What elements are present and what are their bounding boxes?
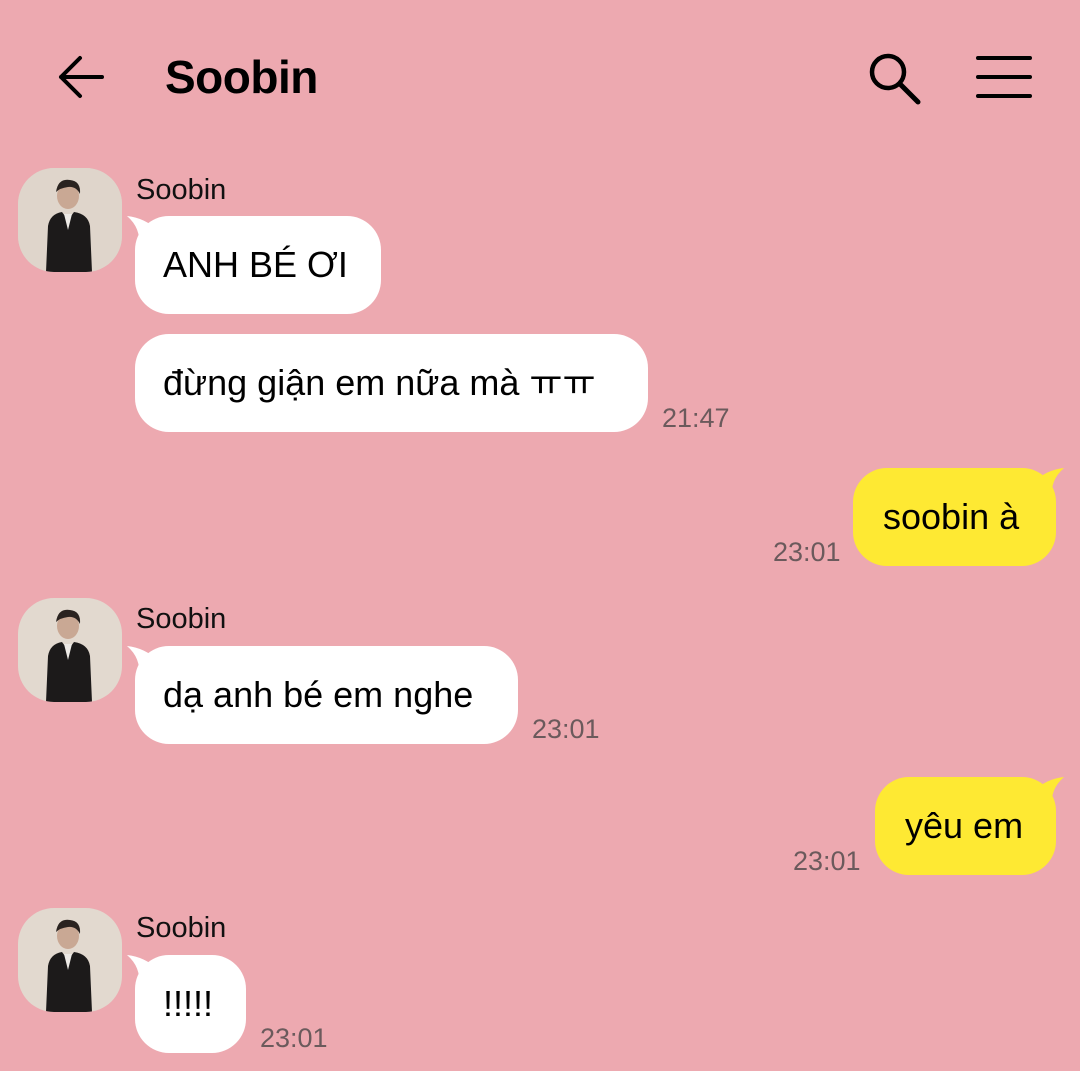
message-timestamp: 23:01 xyxy=(532,714,600,744)
message-text: dạ anh bé em nghe xyxy=(163,674,474,715)
bubble-tail xyxy=(1034,468,1064,498)
hamburger-menu-icon xyxy=(976,56,1032,98)
avatar[interactable] xyxy=(18,168,122,272)
message-timestamp: 21:47 xyxy=(662,403,730,433)
message-text: soobin à xyxy=(883,496,1020,537)
sender-name: Soobin xyxy=(136,603,227,635)
avatar[interactable] xyxy=(18,908,122,1012)
sender-name: Soobin xyxy=(136,912,227,944)
search-icon xyxy=(869,53,921,105)
bubble-tail xyxy=(127,216,157,246)
search-button[interactable] xyxy=(862,48,926,108)
menu-button[interactable] xyxy=(970,48,1038,106)
message-text: đừng giận em nữa mà ㅠㅠ xyxy=(163,362,596,403)
message-bubble-outgoing[interactable]: yêu em xyxy=(875,777,1064,875)
bubble-tail xyxy=(127,646,157,676)
bubble-tail xyxy=(127,955,157,985)
profile-photo xyxy=(18,908,122,1012)
bubble-tail xyxy=(1034,777,1064,807)
message-text: yêu em xyxy=(905,805,1024,846)
message-bubble-outgoing[interactable]: soobin à xyxy=(853,468,1064,566)
message-bubble-incoming[interactable]: ANH BÉ ƠI xyxy=(127,216,381,314)
profile-photo xyxy=(18,168,122,272)
avatar[interactable] xyxy=(18,598,122,702)
message-timestamp: 23:01 xyxy=(260,1023,328,1053)
profile-photo xyxy=(18,598,122,702)
back-button[interactable] xyxy=(48,48,110,106)
chat-title: Soobin xyxy=(165,51,318,103)
message-text: !!!!! xyxy=(163,983,214,1024)
sender-name: Soobin xyxy=(136,174,227,206)
chat-header: Soobin xyxy=(0,0,1080,150)
message-timestamp: 23:01 xyxy=(773,537,841,567)
arrow-left-icon xyxy=(59,56,104,98)
message-text: ANH BÉ ƠI xyxy=(163,244,348,285)
message-timestamp: 23:01 xyxy=(793,846,861,876)
message-bubble-incoming[interactable]: đừng giận em nữa mà ㅠㅠ xyxy=(135,334,648,432)
message-bubble-incoming[interactable]: !!!!! xyxy=(127,955,246,1053)
message-bubble-incoming[interactable]: dạ anh bé em nghe xyxy=(127,646,518,744)
